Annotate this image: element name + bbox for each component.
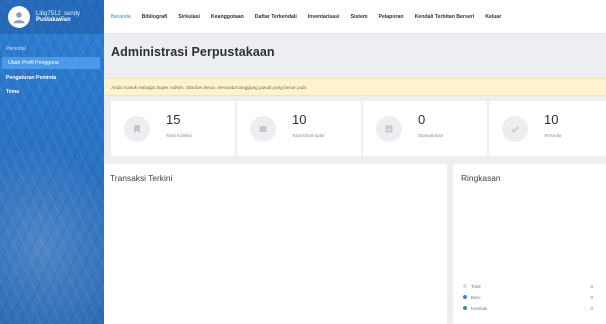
nav-beranda[interactable]: Beranda: [111, 14, 131, 20]
legend-count: 0: [590, 283, 593, 289]
sidebar-section-label: Personal: [6, 46, 26, 52]
nav-pelaporan[interactable]: Pelaporan: [379, 14, 404, 20]
stat-card-tersedia: 10 Tersedia: [489, 101, 606, 156]
nav-inventarisasi[interactable]: Inventarisasi: [308, 14, 340, 20]
stat-card-total-koleksi: 15 Total Koleksi: [111, 101, 235, 156]
user-icon: [13, 12, 25, 24]
legend-item: Baru 0: [463, 293, 593, 301]
sidebar-menu: Personal Ubah Profil Pengguna Pengaturan…: [0, 34, 104, 99]
check-icon: [510, 125, 520, 133]
legend-label: Total: [471, 283, 481, 289]
stat-label: Dipinjamkan: [418, 133, 444, 138]
recent-transactions-panel: Transaksi Terkini: [104, 164, 447, 324]
stat-card-total-eksemplar: 10 Total Eksemplar: [237, 101, 361, 156]
legend-dot: [463, 306, 467, 310]
nav-sirkulasi[interactable]: Sirkulasi: [178, 14, 200, 20]
summary-title: Ringkasan: [461, 173, 501, 183]
legend-count: 0: [590, 294, 593, 300]
inbox-icon: [385, 125, 393, 133]
legend-dot: [463, 295, 467, 299]
legend-item: Kembali 0: [463, 304, 593, 312]
stat-card-dipinjamkan: 0 Dipinjamkan: [363, 101, 487, 156]
main-content: Administrasi Perpustakaan Anda masuk seb…: [104, 34, 606, 324]
stat-label: Total Eksemplar: [292, 133, 325, 138]
admin-alert: Anda masuk sebagai Super Admin. Otoritas…: [104, 78, 606, 96]
sidebar-item-pengaturan-peminta[interactable]: Pengaturan Peminta: [0, 71, 104, 85]
stat-value: 10: [544, 112, 559, 127]
stack-icon: [259, 126, 267, 132]
user-profile[interactable]: Libg7512_sendy Pustakawan: [0, 0, 104, 34]
avatar[interactable]: [8, 6, 30, 28]
recent-transactions-title: Transaksi Terkini: [110, 173, 173, 183]
legend-dot: [463, 284, 467, 288]
legend-label: Kembali: [471, 305, 488, 311]
book-icon: [134, 125, 140, 133]
legend-label: Baru: [471, 294, 481, 300]
nav-sistem[interactable]: Sistem: [351, 14, 368, 20]
nav-keluar[interactable]: Keluar: [485, 14, 501, 20]
stat-label: Tersedia: [544, 133, 562, 138]
stat-label: Total Koleksi: [166, 133, 192, 138]
legend-item: Total 0: [463, 282, 593, 290]
stat-value: 0: [418, 112, 426, 127]
legend-count: 0: [590, 305, 593, 311]
summary-panel: Ringkasan Total 0 Baru 0 Kembali 0: [453, 164, 606, 324]
top-nav: Beranda Bibliografi Sirkulasi Keanggotaa…: [104, 0, 606, 34]
sidebar-item-tema[interactable]: Tema: [0, 85, 104, 99]
nav-kendali-terbitan-berseri[interactable]: Kendali Terbitan Berseri: [415, 14, 475, 20]
sidebar-item-ubah-profil[interactable]: Ubah Profil Pengguna: [2, 57, 100, 69]
user-role: Pustakawan: [36, 17, 71, 23]
nav-bibliografi[interactable]: Bibliografi: [142, 14, 168, 20]
sidebar: Libg7512_sendy Pustakawan Personal Ubah …: [0, 0, 104, 324]
stat-value: 15: [166, 112, 181, 127]
page-title: Administrasi Perpustakaan: [111, 45, 275, 59]
nav-keanggotaan[interactable]: Keanggotaan: [211, 14, 244, 20]
stat-value: 10: [292, 112, 307, 127]
nav-daftar-terkendali[interactable]: Daftar Terkendali: [255, 14, 297, 20]
